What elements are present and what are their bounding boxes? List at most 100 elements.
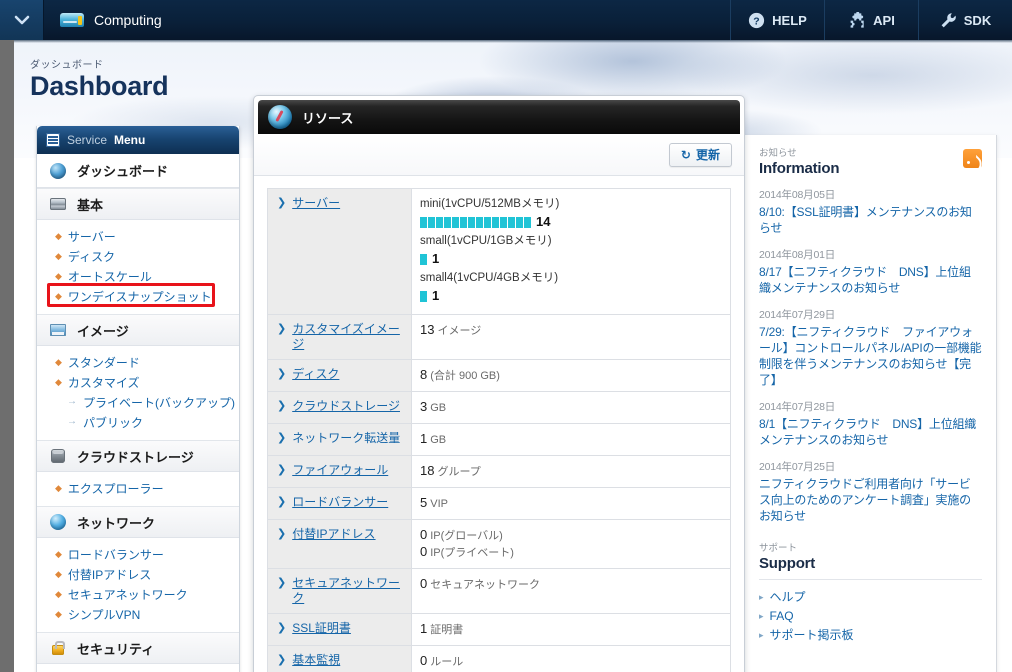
resource-row-name[interactable]: ❯ 基本監視 [268,646,412,672]
resource-row-value: 0 セキュアネットワーク [412,569,730,613]
resource-row-name[interactable]: ❯ ディスク [268,360,412,391]
resource-row-name[interactable]: ❯ ネットワーク転送量 [268,424,412,455]
sidebar-item[interactable]: ◆ カスタマイズ [37,372,239,392]
chevron-right-icon: ❯ [277,432,287,444]
service-menu-header-lite: Service [67,133,108,147]
information-title-block: お知らせ Information [759,145,839,177]
resource-row-name[interactable]: ❯ カスタマイズイメージ [268,315,412,359]
server-icon [49,196,67,212]
resource-row-name[interactable]: ❯ セキュアネットワーク [268,569,412,613]
news-date: 2014年07月25日 [759,461,836,473]
information-kana: お知らせ [759,148,797,159]
sidebar-group-server[interactable]: 基本 [37,188,239,220]
resource-panel-title: リソース [302,110,354,126]
chevron-right-icon: ❯ [277,464,287,476]
page-title: Dashboard [30,71,169,101]
resource-value-number: 1 [420,621,428,636]
count-bar [444,216,451,228]
resource-row-name[interactable]: ❯ サーバー [268,189,412,314]
resource-row: ❯ SSL証明書 1 証明書 [268,614,730,646]
resource-row-name[interactable]: ❯ クラウドストレージ [268,392,412,423]
left-gutter [0,40,14,672]
sidebar-item[interactable]: ◆ シンプルVPN [37,604,239,624]
resource-row-value: mini(1vCPU/512MBメモリ) 14 small(1vCPU/1GBメモリ… [412,189,730,314]
resource-panel-header: リソース [258,100,740,134]
server-plan-name: mini(1vCPU/512MBメモリ) [420,198,560,210]
news-link[interactable]: 8/1【ニフティクラウド DNS】上位組織メンテナンスのお知らせ [759,416,982,448]
resource-row-link[interactable]: SSL証明書 [292,621,351,636]
service-name-button[interactable]: Computing [44,0,180,40]
chevron-right-icon: ❯ [277,528,287,540]
news-link[interactable]: 7/29:【ニフティクラウド ファイアウォール】コントロールパネル/APIの一部… [759,324,982,388]
news-date: 2014年08月05日 [759,189,836,201]
sidebar-item[interactable]: ◆ 付替IPアドレス [37,564,239,584]
news-link[interactable]: ニフティクラウドご利用者向け「サービス向上のためのアンケート調査」実施のお知らせ [759,476,982,524]
resource-row-name[interactable]: ❯ ロードバランサー [268,488,412,519]
dashboard-icon [49,162,67,179]
chevron-right-icon: ❯ [277,197,287,209]
resource-row-link[interactable]: セキュアネットワーク [292,576,405,606]
resource-value-number: 0 [420,653,428,668]
chevron-right-icon: ❯ [277,577,287,589]
news-item: 2014年07月29日 7/29:【ニフティクラウド ファイアウォール】コントロー… [759,307,982,388]
sidebar-links: ◆ スタンダード ◆ カスタマイズ → プライベート(バックアップ) → パブリック [37,346,239,440]
resource-row-name[interactable]: ❯ ファイアウォール [268,456,412,487]
sidebar-item[interactable]: ◆ サーバー [37,226,239,246]
resource-row-link[interactable]: サーバー [292,196,340,211]
refresh-button[interactable]: ↻ 更新 [668,142,732,167]
sidebar-group-dashboard[interactable]: ダッシュボード [37,154,239,188]
sidebar-item[interactable]: ◆ ディスク [37,246,239,266]
service-switcher-button[interactable] [0,0,44,40]
sidebar-item[interactable]: ◆ ワンデイスナップショット [37,283,239,307]
sidebar-group-storage[interactable]: クラウドストレージ [37,440,239,472]
news-item: 2014年07月28日 8/1【ニフティクラウド DNS】上位組織メンテナンスのお… [759,399,982,448]
resource-row-value: 18 グループ [412,456,730,487]
news-date: 2014年08月01日 [759,249,836,261]
bullet-icon: → [67,396,77,407]
service-menu-sidebar: Service Menu ダッシュボード 基本 ◆ サーバー ◆ ディスク ◆ オートスケール… [36,126,240,672]
help-button[interactable]: ? HELP [730,0,824,40]
sidebar-group-security[interactable]: セキュリティ [37,632,239,664]
resource-row-link[interactable]: ディスク [292,367,339,382]
support-link[interactable]: ▸ ヘルプ [759,588,982,607]
news-link[interactable]: 8/17【ニフティクラウド DNS】上位組織メンテナンスのお知らせ [759,264,982,296]
service-label: Computing [94,12,162,28]
sidebar-item[interactable]: ◆ セキュアネットワーク [37,584,239,604]
count-bar [428,216,435,228]
sidebar-item[interactable]: ◆ オートスケール [37,266,239,286]
arrow-icon: ▸ [759,630,764,640]
resource-row-name[interactable]: ❯ SSL証明書 [268,614,412,645]
resource-row-link[interactable]: ファイアウォール [292,463,388,478]
resource-row-link[interactable]: ロードバランサー [292,495,388,510]
api-button[interactable]: API [824,0,918,40]
sidebar-item-label: セキュアネットワーク [67,587,188,602]
sdk-button[interactable]: SDK [918,0,1012,40]
rss-icon[interactable] [963,149,982,168]
resource-row-link[interactable]: カスタマイズイメージ [292,322,405,352]
resource-row-link[interactable]: 付替IPアドレス [292,527,375,542]
sidebar-item[interactable]: ◆ ロードバランサー [37,544,239,564]
news-link[interactable]: 8/10:【SSL証明書】メンテナンスのお知らせ [759,204,982,236]
information-panel: お知らせ Information 2014年08月05日 8/10:【SSL証明書… [744,135,997,672]
sidebar-item[interactable]: → プライベート(バックアップ) [37,392,239,412]
support-link[interactable]: ▸ FAQ [759,607,982,626]
resource-value-line: 0 IP(プライベート) [420,544,722,561]
help-label: HELP [772,12,807,28]
sidebar-group-network[interactable]: ネットワーク [37,506,239,538]
count-bar [516,216,523,228]
sidebar-item[interactable]: ◆ スタンダード [37,352,239,372]
resource-value-unit: ルール [430,656,464,668]
sidebar-item[interactable]: ◆ エクスプローラー [37,478,239,498]
resource-row-value: 5 VIP [412,488,730,519]
sidebar-group-image[interactable]: イメージ [37,314,239,346]
chevron-right-icon: ❯ [277,368,287,380]
server-plan-name: small4(1vCPU/4GBメモリ) [420,272,559,284]
chevron-right-icon: ❯ [277,323,287,335]
resource-row-link[interactable]: クラウドストレージ [292,399,400,414]
sidebar-item[interactable]: → パブリック [37,412,239,432]
resource-value-number: 1 [420,431,428,446]
resource-row: ❯ カスタマイズイメージ 13 イメージ [268,315,730,360]
resource-row-name[interactable]: ❯ 付替IPアドレス [268,520,412,568]
resource-row-link[interactable]: 基本監視 [292,653,340,668]
support-link[interactable]: ▸ サポート掲示板 [759,626,982,645]
